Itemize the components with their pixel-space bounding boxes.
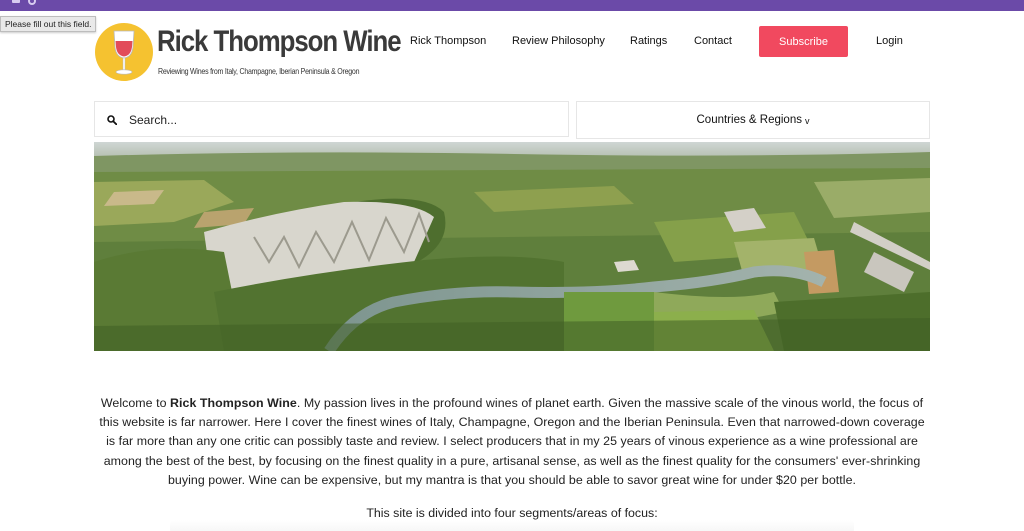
site-logo[interactable]: Rick Thompson Wine Reviewing Wines from … [94,19,402,87]
landscape-illustration [94,142,930,351]
site-tagline: Reviewing Wines from Italy, Champagne, I… [158,66,360,76]
chevron-down-icon: v [804,116,810,126]
segments-card-edge [170,520,854,531]
welcome-prefix: Welcome to [100,396,171,410]
wine-glass-icon [95,23,153,81]
subscribe-button[interactable]: Subscribe [759,26,848,57]
hero-landscape-image [94,142,930,351]
nav-rick-thompson[interactable]: Rick Thompson [410,35,486,47]
nav-contact[interactable]: Contact [694,35,732,47]
welcome-site-name: Rick Thompson Wine [170,396,297,410]
nav-review-philosophy[interactable]: Review Philosophy [512,35,605,47]
welcome-paragraph: Welcome to Rick Thompson Wine. My passio… [94,394,930,490]
countries-regions-label: Countries & Regions [696,114,802,126]
validation-tooltip: Please fill out this field. [0,16,97,32]
countries-regions-dropdown[interactable]: Countries & Regions v [576,101,930,139]
browser-icon [12,0,20,3]
browser-refresh-icon [28,0,36,5]
login-link[interactable]: Login [876,35,903,47]
segments-intro: This site is divided into four segments/… [366,506,658,520]
search-bar[interactable] [94,101,569,137]
search-icon [107,115,117,125]
nav-ratings[interactable]: Ratings [630,35,667,47]
browser-top-bar [0,0,1024,11]
search-input[interactable] [129,110,559,130]
site-title: Rick Thompson Wine [157,25,402,58]
